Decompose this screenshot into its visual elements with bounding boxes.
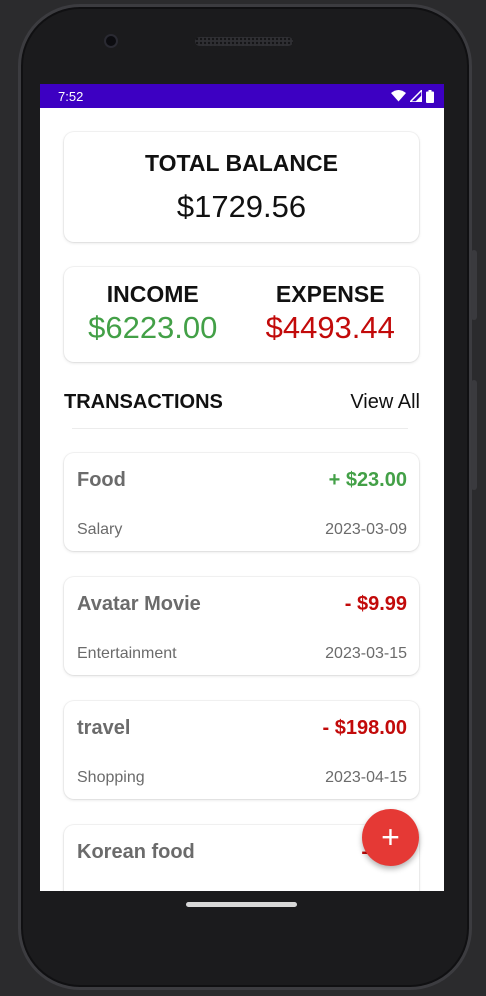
transaction-name: Food	[77, 469, 126, 491]
transaction-date: 2023-03-15	[325, 645, 407, 662]
transaction-card[interactable]: Avatar Movie - $9.99 Entertainment 2023-…	[64, 577, 419, 675]
divider	[72, 428, 408, 429]
expense-value: $4493.44	[265, 310, 395, 345]
status-icons	[391, 89, 434, 103]
speaker-grille	[195, 37, 293, 46]
front-camera	[104, 34, 118, 48]
transaction-card[interactable]: Food + $23.00 Salary 2023-03-09	[64, 453, 419, 551]
income-expense-card: INCOME $6223.00 EXPENSE $4493.44	[64, 267, 419, 362]
total-balance-card: TOTAL BALANCE $1729.56	[64, 132, 419, 242]
expense-label: EXPENSE	[275, 281, 385, 307]
transaction-amount: - $198.00	[322, 717, 407, 739]
home-indicator[interactable]	[186, 902, 297, 907]
transaction-amount: - $9.99	[344, 593, 407, 615]
signal-icon	[410, 90, 422, 102]
transaction-category: Entertainment	[77, 645, 177, 662]
total-balance-label: TOTAL BALANCE	[145, 150, 338, 176]
transaction-name: Korean food	[77, 841, 195, 863]
transactions-header: TRANSACTIONS View All	[64, 391, 420, 414]
wifi-icon	[391, 90, 406, 102]
view-all-link[interactable]: View All	[350, 391, 420, 414]
transaction-amount: + $23.00	[328, 469, 407, 491]
add-icon: +	[381, 819, 400, 855]
status-bar: 7:52	[40, 84, 444, 108]
total-balance-amount: $1729.56	[176, 189, 307, 224]
power-button	[471, 250, 477, 320]
transaction-category: Salary	[77, 521, 123, 538]
transaction-date: 2023-04-15	[325, 769, 407, 786]
transaction-category: Shopping	[77, 769, 145, 786]
transaction-name: Avatar Movie	[77, 593, 201, 615]
add-transaction-button[interactable]: +	[362, 809, 419, 866]
transaction-date: 2023-03-09	[325, 521, 407, 538]
income-value: $6223.00	[88, 310, 218, 345]
status-time: 7:52	[58, 88, 84, 104]
app-screen: 7:52 TOTAL BALANCE $1729.56 INCOME $6223…	[40, 84, 444, 891]
transaction-name: travel	[77, 717, 131, 739]
income-section: INCOME $6223.00	[64, 267, 242, 362]
volume-button	[471, 380, 477, 490]
expense-section: EXPENSE $4493.44	[242, 267, 420, 362]
transaction-card[interactable]: travel - $198.00 Shopping 2023-04-15	[64, 701, 419, 799]
battery-icon	[426, 89, 434, 103]
income-label: INCOME	[106, 281, 199, 307]
transactions-title: TRANSACTIONS	[64, 391, 223, 413]
